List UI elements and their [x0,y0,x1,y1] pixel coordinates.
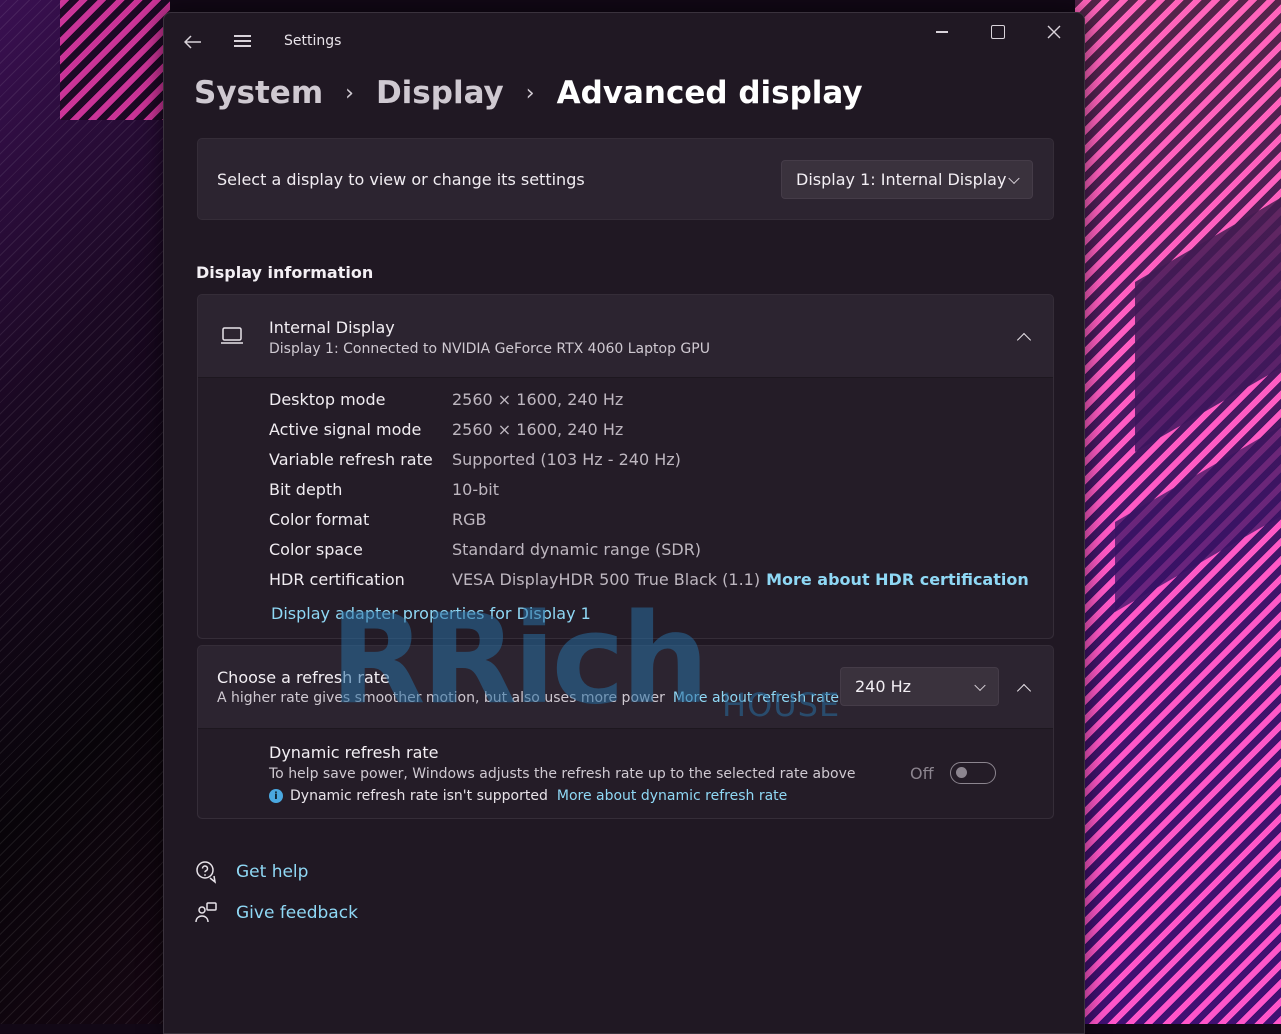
more-about-refresh-rate-link[interactable]: More about refresh rate [673,690,839,706]
toggle-state-label: Off [910,764,934,783]
hdr-certification-value: VESA DisplayHDR 500 True Black (1.1) [452,570,761,589]
display-selector-label: Select a display to view or change its s… [217,170,585,189]
breadcrumb-system[interactable]: System [194,75,323,111]
refresh-rate-header: Choose a refresh rate A higher rate give… [198,646,1053,729]
display-dropdown[interactable]: Display 1: Internal Display [781,160,1033,199]
maximize-icon [991,25,1005,39]
help-chat-icon [196,861,217,884]
close-button[interactable] [1040,18,1068,46]
close-icon [1047,25,1061,39]
property-value: Standard dynamic range (SDR) [452,540,702,559]
settings-window: Settings System › Display › Advanced dis… [163,12,1085,1034]
property-value: RGB [452,510,487,529]
breadcrumb-separator-icon: › [525,80,535,106]
property-label: Active signal mode [269,420,422,439]
chevron-up-icon[interactable] [1016,683,1032,699]
dynamic-refresh-rate-section: Dynamic refresh rate To help save power,… [198,729,1053,818]
maximize-button[interactable] [984,18,1012,46]
back-arrow-icon [184,35,201,49]
refresh-rate-subtitle: A higher rate gives smoother motion, but… [217,690,665,706]
refresh-rate-card: Choose a refresh rate A higher rate give… [197,645,1054,819]
display-information-card: Internal Display Display 1: Connected to… [197,294,1054,639]
dynamic-refresh-rate-unsupported-text: Dynamic refresh rate isn't supported [290,788,548,804]
property-value: 2560 × 1600, 240 Hz [452,420,624,439]
property-value: 2560 × 1600, 240 Hz [452,390,624,409]
refresh-rate-title: Choose a refresh rate [217,668,390,687]
display-selector-card: Select a display to view or change its s… [197,138,1054,220]
breadcrumb: System › Display › Advanced display [194,69,863,117]
display-information-details: Desktop mode 2560 × 1600, 240 Hz Active … [198,378,1053,638]
dynamic-refresh-rate-description: To help save power, Windows adjusts the … [269,766,856,782]
wallpaper-left-panel [0,0,170,1024]
display-connection-info: Display 1: Connected to NVIDIA GeForce R… [269,341,710,357]
feedback-icon [195,902,217,923]
give-feedback-label: Give feedback [236,903,358,923]
dynamic-refresh-rate-title: Dynamic refresh rate [269,743,439,762]
title-bar: Settings [164,13,1084,69]
breadcrumb-separator-icon: › [345,80,354,106]
get-help-label: Get help [236,862,309,882]
minimize-button[interactable] [928,18,956,46]
app-title: Settings [284,33,342,49]
refresh-rate-dropdown-value: 240 Hz [855,677,912,696]
property-label: Variable refresh rate [269,450,433,469]
info-icon: i [269,789,283,803]
more-about-dynamic-refresh-rate-link[interactable]: More about dynamic refresh rate [557,788,787,804]
display-dropdown-value: Display 1: Internal Display [796,170,1007,189]
property-label: Desktop mode [269,390,386,409]
more-about-hdr-link[interactable]: More about HDR certification [766,570,1029,589]
laptop-icon [221,327,243,344]
property-value: 10-bit [452,480,500,499]
dynamic-refresh-rate-toggle[interactable] [950,762,996,784]
give-feedback-link[interactable]: Give feedback [194,901,358,925]
property-label: HDR certification [269,570,405,589]
property-value: Supported (103 Hz - 240 Hz) [452,450,681,469]
page-title: Advanced display [556,75,863,111]
toggle-knob [956,767,967,778]
display-information-header[interactable]: Internal Display Display 1: Connected to… [198,295,1053,378]
chevron-down-icon [1008,172,1020,184]
display-name: Internal Display [269,318,395,337]
get-help-link[interactable]: Get help [194,860,308,884]
back-button[interactable] [179,28,207,56]
property-label: Bit depth [269,480,343,499]
section-heading-display-information: Display information [196,263,374,282]
property-label: Color format [269,510,370,529]
chevron-up-icon[interactable] [1016,332,1032,348]
property-value: VESA DisplayHDR 500 True Black (1.1) More… [452,570,1029,589]
minimize-icon [936,31,948,33]
refresh-rate-dropdown[interactable]: 240 Hz [840,667,999,706]
hamburger-menu-icon [233,32,251,50]
dynamic-refresh-rate-note: i Dynamic refresh rate isn't supported M… [269,788,787,804]
chevron-down-icon [974,679,986,691]
breadcrumb-display[interactable]: Display [376,75,504,111]
menu-button[interactable] [228,27,256,55]
property-label: Color space [269,540,363,559]
refresh-rate-description: A higher rate gives smoother motion, but… [217,690,839,706]
display-adapter-properties-link[interactable]: Display adapter properties for Display 1 [271,604,591,623]
wallpaper-right-panel [1075,0,1281,1024]
